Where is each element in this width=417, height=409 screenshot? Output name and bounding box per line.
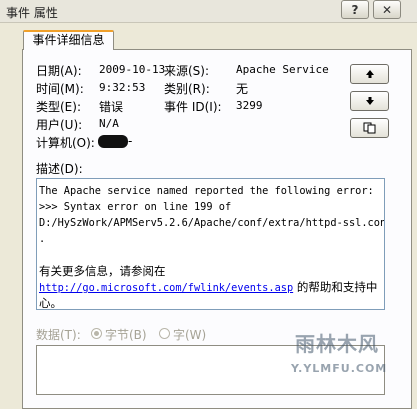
source-value: Apache Service [236, 63, 329, 76]
watermark-title: 雨林木风 [295, 332, 379, 356]
arrow-down-icon [365, 97, 374, 105]
bytes-radio-label: 字节(B) [105, 328, 147, 342]
data-label: 数据(T): [36, 328, 81, 342]
copy-icon [363, 122, 375, 134]
help-button[interactable]: ? [341, 0, 369, 19]
category-label: 类别(R): [164, 82, 210, 96]
description-line-3: D:/HySzWork/APMServ5.2.6/Apache/conf/ext… [39, 217, 385, 229]
category-value: 无 [236, 82, 249, 96]
description-line-1: The Apache service named reported the fo… [39, 185, 374, 197]
time-value: 9:32:53 [99, 81, 146, 94]
close-button[interactable]: ✕ [373, 0, 401, 19]
next-event-button[interactable] [350, 91, 389, 111]
watermark: 雨林木风 Y.YLMFU.COM [283, 326, 413, 396]
watermark-url: Y.YLMFU.COM [291, 362, 388, 375]
window-title: 事件 属性 [6, 6, 58, 20]
arrow-up-icon [365, 70, 374, 78]
event-id-value: 3299 [236, 99, 263, 112]
description-textbox[interactable]: The Apache service named reported the fo… [36, 178, 385, 310]
description-label: 描述(D): [36, 162, 83, 176]
description-line-4: . [39, 233, 46, 245]
computer-value-suffix: - [128, 134, 133, 148]
words-radio[interactable] [159, 328, 170, 339]
more-info-text: 有关更多信息，请参阅在 [39, 264, 166, 278]
event-id-label: 事件 ID(I): [164, 100, 222, 114]
time-label: 时间(M): [36, 82, 84, 96]
after-link-text-2: 心。 [39, 296, 62, 310]
date-value: 2009-10-13 [99, 63, 166, 76]
type-label: 类型(E): [36, 100, 81, 114]
redacted-computer-name [98, 135, 128, 148]
previous-event-button[interactable] [350, 64, 389, 84]
computer-label: 计算机(O): [36, 136, 95, 150]
source-label: 来源(S): [164, 64, 210, 78]
description-line-2: >>> Syntax error on line 199 of [39, 201, 232, 213]
user-value: N/A [99, 117, 119, 130]
date-label: 日期(A): [36, 64, 82, 78]
help-link-line: http://go.microsoft.com/fwlink/events.as… [39, 279, 377, 295]
type-value: 错误 [99, 100, 124, 114]
words-radio-label: 字(W) [173, 328, 207, 342]
bytes-radio[interactable] [91, 328, 102, 339]
after-link-text: 的帮助和支持中 [293, 280, 378, 294]
copy-button[interactable] [350, 118, 389, 138]
help-link[interactable]: http://go.microsoft.com/fwlink/events.as… [39, 282, 293, 294]
title-bar: 事件 属性 ? ✕ [0, 0, 417, 23]
tab-event-details[interactable]: 事件详细信息 [23, 30, 114, 50]
user-label: 用户(U): [36, 118, 83, 132]
